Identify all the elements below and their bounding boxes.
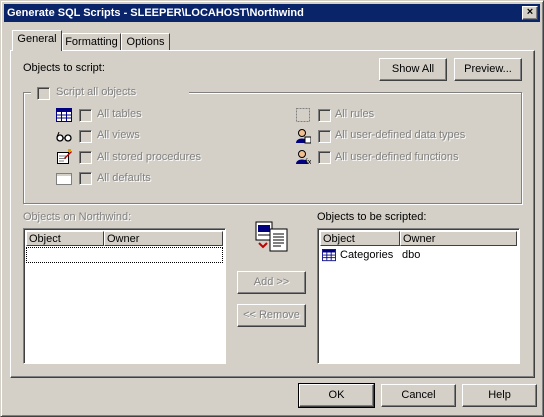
rule-icon bbox=[296, 108, 310, 122]
tab-general-label: General bbox=[17, 33, 57, 45]
all-user-defined-data-types-label: All user-defined data types bbox=[335, 129, 466, 141]
svg-text:fx: fx bbox=[305, 158, 311, 165]
glasses-icon bbox=[56, 131, 72, 142]
tab-options-label: Options bbox=[126, 36, 165, 48]
row-owner: dbo bbox=[402, 249, 421, 261]
generate-sql-scripts-dialog: Generate SQL Scripts - SLEEPER\LOCAHOST\… bbox=[0, 0, 544, 417]
user-function-icon: fx bbox=[296, 150, 311, 165]
all-views-checkbox[interactable] bbox=[79, 130, 92, 143]
add-button[interactable]: Add >> bbox=[237, 271, 306, 294]
list-focus-row[interactable] bbox=[26, 247, 223, 263]
preview-button[interactable]: Preview... bbox=[454, 58, 522, 81]
all-user-defined-functions-checkbox[interactable] bbox=[318, 151, 331, 164]
show-all-button[interactable]: Show All bbox=[379, 58, 447, 81]
all-tables-checkbox[interactable] bbox=[79, 109, 92, 122]
objects-on-northwind-label: Objects on Northwind: bbox=[23, 211, 132, 223]
column-header-object[interactable]: Object bbox=[320, 231, 400, 246]
all-views-label: All views bbox=[97, 129, 140, 141]
objects-to-be-scripted-label: Objects to be scripted: bbox=[317, 211, 427, 223]
row-object-name: Categories bbox=[340, 249, 394, 261]
stored-procedure-icon bbox=[57, 149, 72, 164]
window-title: Generate SQL Scripts - SLEEPER\LOCAHOST\… bbox=[7, 7, 304, 19]
all-tables-label: All tables bbox=[97, 108, 142, 120]
default-icon bbox=[56, 173, 72, 185]
cancel-button[interactable]: Cancel bbox=[381, 384, 456, 407]
table-icon bbox=[322, 249, 336, 262]
ok-button[interactable]: OK bbox=[298, 383, 375, 408]
script-documents-icon bbox=[255, 221, 288, 252]
script-all-objects-checkbox[interactable] bbox=[37, 87, 50, 100]
tab-formatting[interactable]: Formatting bbox=[62, 33, 121, 51]
all-user-defined-data-types-checkbox[interactable] bbox=[318, 130, 331, 143]
column-header-owner[interactable]: Owner bbox=[400, 231, 517, 246]
all-defaults-label: All defaults bbox=[97, 172, 151, 184]
objects-to-be-scripted-list[interactable]: Object Owner Categories dbo bbox=[317, 228, 520, 364]
close-icon: × bbox=[526, 6, 534, 18]
all-user-defined-functions-label: All user-defined functions bbox=[335, 151, 459, 163]
close-button[interactable]: × bbox=[522, 6, 538, 20]
title-bar[interactable]: Generate SQL Scripts - SLEEPER\LOCAHOST\… bbox=[4, 4, 540, 22]
all-rules-checkbox[interactable] bbox=[318, 109, 331, 122]
column-header-owner[interactable]: Owner bbox=[104, 231, 223, 246]
all-stored-procedures-checkbox[interactable] bbox=[79, 151, 92, 164]
tab-formatting-label: Formatting bbox=[65, 36, 118, 48]
all-rules-label: All rules bbox=[335, 108, 375, 120]
tab-options[interactable]: Options bbox=[121, 33, 170, 51]
objects-to-script-label: Objects to script: bbox=[23, 62, 105, 74]
all-stored-procedures-label: All stored procedures bbox=[97, 151, 201, 163]
script-all-objects-row[interactable]: Script all objects bbox=[31, 85, 189, 101]
objects-on-northwind-list[interactable]: Object Owner bbox=[23, 228, 226, 364]
help-button[interactable]: Help bbox=[462, 384, 537, 407]
table-row[interactable]: Categories dbo bbox=[320, 248, 517, 264]
remove-button[interactable]: << Remove bbox=[237, 304, 306, 327]
script-all-objects-label: Script all objects bbox=[56, 86, 137, 98]
tab-general[interactable]: General bbox=[12, 30, 62, 51]
user-type-icon bbox=[296, 129, 311, 144]
table-icon bbox=[56, 108, 72, 122]
column-header-object[interactable]: Object bbox=[26, 231, 104, 246]
all-defaults-checkbox[interactable] bbox=[79, 172, 92, 185]
